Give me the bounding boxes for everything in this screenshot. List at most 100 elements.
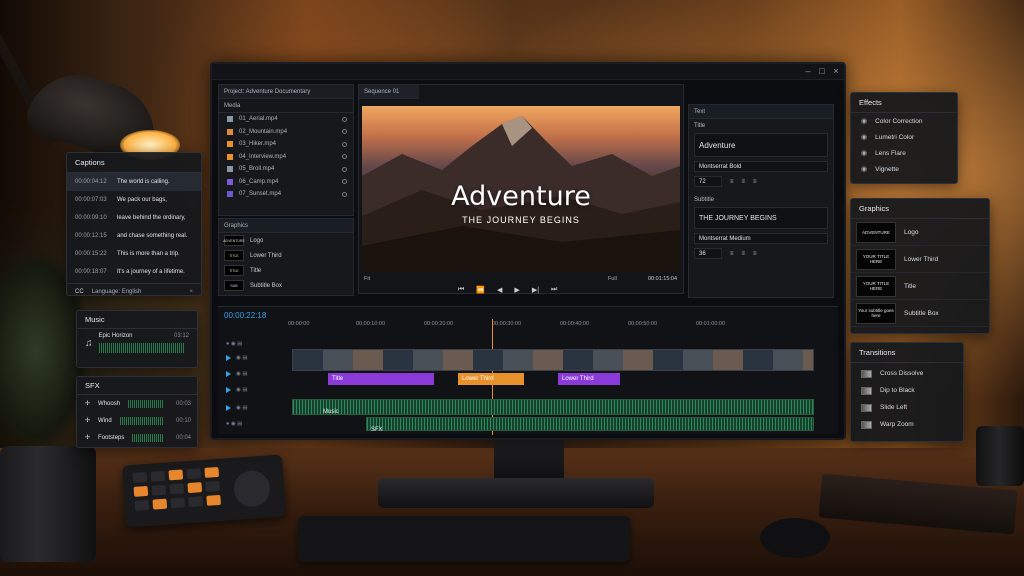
frame-back-icon[interactable]: ◀ bbox=[497, 286, 502, 294]
visibility-icon[interactable] bbox=[342, 191, 347, 197]
media-item[interactable]: 03_Hiker.mp4 bbox=[219, 138, 353, 151]
sub-align-right-icon[interactable]: ≡ bbox=[753, 251, 757, 257]
video-preview[interactable]: Adventure THE JOURNEY BEGINS bbox=[362, 106, 680, 272]
graphics-item[interactable]: ADVENTURE Logo bbox=[851, 219, 989, 246]
graphics-mini-item[interactable]: SUB Subtitle Box bbox=[219, 278, 353, 293]
effect-item[interactable]: ◉ Lumetri Color bbox=[851, 129, 957, 145]
graphics-item[interactable]: Your subtitle goes here Subtitle Box bbox=[851, 300, 989, 327]
media-item[interactable]: 07_Sunset.mp4 bbox=[219, 188, 353, 201]
effect-item[interactable]: ◉ Vignette bbox=[851, 161, 957, 177]
clip-color-swatch bbox=[227, 141, 233, 148]
transition-item[interactable]: Slide Left bbox=[851, 399, 963, 416]
cc-icon[interactable]: CC bbox=[75, 289, 84, 295]
track-control-v2[interactable]: ◉ ▤ bbox=[220, 351, 290, 365]
minimize-icon[interactable]: – bbox=[802, 66, 814, 78]
music-track[interactable]: Music bbox=[292, 399, 814, 415]
transition-item[interactable]: Cross Dissolve bbox=[851, 365, 963, 382]
caption-row[interactable]: 00:00:15:22 This is more than a trip. bbox=[67, 245, 201, 263]
subtitle-font-select[interactable]: Montserrat Medium bbox=[694, 233, 828, 244]
frame-forward-icon[interactable]: ▶| bbox=[532, 286, 539, 294]
sfx-item[interactable]: ✢ Whoosh 00:03 bbox=[77, 395, 197, 412]
eye-icon[interactable]: ◉ bbox=[861, 133, 867, 141]
transition-item[interactable]: Dip to Black bbox=[851, 382, 963, 399]
eye-icon[interactable]: ◉ bbox=[861, 117, 867, 125]
effect-item[interactable]: ◉ Lens Flare bbox=[851, 145, 957, 161]
caption-row[interactable]: 00:00:04:12 The world is calling. bbox=[67, 173, 201, 191]
fit-label[interactable]: Fit bbox=[364, 276, 370, 282]
video-track[interactable] bbox=[292, 349, 814, 371]
track-control-a3[interactable]: ● ◉ ▤ bbox=[220, 417, 290, 431]
caption-language[interactable]: Language: English bbox=[92, 289, 142, 295]
step-back-icon[interactable]: ⏪ bbox=[476, 286, 485, 294]
graphics-item[interactable]: YOUR TITLE HERE Lower Third bbox=[851, 246, 989, 273]
music-track-name[interactable]: Epic Horizon bbox=[99, 333, 133, 339]
transition-thumbnail bbox=[861, 369, 872, 378]
visibility-icon[interactable] bbox=[342, 154, 347, 160]
media-item[interactable]: 01_Aerial.mp4 bbox=[219, 113, 353, 126]
visibility-icon[interactable] bbox=[342, 141, 347, 147]
title-size-field[interactable]: 72 bbox=[694, 176, 722, 187]
graphics-mini-item[interactable]: TITLE Title bbox=[219, 263, 353, 278]
title-text-field[interactable]: Adventure bbox=[694, 133, 828, 157]
transition-item[interactable]: Warp Zoom bbox=[851, 416, 963, 433]
ruler-tick-label: 00:00:40:00 bbox=[560, 321, 590, 327]
eye-icon[interactable]: ◉ bbox=[861, 165, 867, 173]
graphics-mini-item[interactable]: ADVENTURE Logo bbox=[219, 233, 353, 248]
sfx-item[interactable]: ✢ Footsteps 00:04 bbox=[77, 429, 197, 446]
align-left-icon[interactable]: ≡ bbox=[730, 179, 734, 185]
align-right-icon[interactable]: ≡ bbox=[753, 179, 757, 185]
subtitle-text-field[interactable]: THE JOURNEY BEGINS bbox=[694, 207, 828, 229]
coffee-mug bbox=[0, 446, 96, 562]
visibility-icon[interactable] bbox=[342, 116, 347, 122]
caption-row[interactable]: 00:00:18:07 It's a journey of a lifetime. bbox=[67, 263, 201, 281]
align-center-icon[interactable]: ≡ bbox=[742, 179, 746, 185]
subtitle-size-field[interactable]: 36 bbox=[694, 248, 722, 259]
sequence-tab[interactable]: Sequence 01 bbox=[359, 85, 419, 99]
media-item[interactable]: 05_Broll.mp4 bbox=[219, 163, 353, 176]
media-item[interactable]: 06_Camp.mp4 bbox=[219, 176, 353, 189]
go-start-icon[interactable]: ⏮ bbox=[458, 286, 464, 294]
graphic-thumbnail: ADVENTURE bbox=[223, 235, 245, 246]
track-control-a2[interactable]: ◉ ▤ bbox=[220, 401, 290, 415]
effect-name: Lens Flare bbox=[875, 149, 906, 157]
clip-color-swatch bbox=[227, 178, 233, 185]
clip-title[interactable]: Title bbox=[328, 373, 434, 385]
close-icon[interactable]: × bbox=[830, 66, 842, 78]
track-control-v3[interactable]: ● ◉ ▤ bbox=[220, 337, 290, 351]
clip-lower-third-2[interactable]: Lower Third bbox=[558, 373, 620, 385]
caption-row[interactable]: 00:00:09:10 leave behind the ordinary, bbox=[67, 209, 201, 227]
graphics-mini-item[interactable]: TITLE Lower Third bbox=[219, 248, 353, 263]
media-item[interactable]: 02_Mountain.mp4 bbox=[219, 126, 353, 139]
sfx-item[interactable]: ✢ Wind 00:10 bbox=[77, 412, 197, 429]
timeline-panel: 00:00:22:18 00:00:00 00:00:10:00 00:00:20:… bbox=[218, 306, 838, 435]
caption-close-icon[interactable]: × bbox=[189, 289, 193, 295]
sfx-track[interactable]: SFX bbox=[366, 417, 814, 433]
maximize-icon[interactable]: □ bbox=[816, 66, 828, 78]
visibility-icon[interactable] bbox=[342, 179, 347, 185]
track-control-v1[interactable]: ◉ ▤ bbox=[220, 367, 290, 381]
project-tab[interactable]: Project: Adventure Documentary bbox=[219, 85, 353, 99]
time-ruler[interactable]: 00:00:00 00:00:10:00 00:00:20:00 00:00:30:0… bbox=[288, 321, 828, 331]
visibility-icon[interactable] bbox=[342, 129, 347, 135]
eye-icon[interactable]: ◉ bbox=[861, 149, 867, 157]
graphic-label: Logo bbox=[250, 237, 264, 244]
go-end-icon[interactable]: ⏭ bbox=[551, 286, 557, 294]
caption-row[interactable]: 00:00:12:15 and chase something real. bbox=[67, 227, 201, 245]
visibility-icon[interactable] bbox=[342, 166, 347, 172]
media-item[interactable]: 04_Interview.mp4 bbox=[219, 151, 353, 164]
effect-item[interactable]: ◉ Color Correction bbox=[851, 113, 957, 129]
track-control-a1[interactable]: ◉ ▤ bbox=[220, 383, 290, 397]
graphics-mini-list: ADVENTURE Logo TITLE Lower Third TITLE Title S… bbox=[219, 233, 353, 293]
graphics-item[interactable]: YOUR TITLE HERE Title bbox=[851, 273, 989, 300]
play-icon[interactable]: ▶ bbox=[514, 286, 519, 294]
ruler-tick-label: 00:00:20:00 bbox=[424, 321, 454, 327]
sfx-list: ✢ Whoosh 00:03 ✢ Wind 00:10 ✢ Footsteps 00:04 bbox=[77, 395, 197, 446]
sub-align-left-icon[interactable]: ≡ bbox=[730, 251, 734, 257]
sub-align-center-icon[interactable]: ≡ bbox=[742, 251, 746, 257]
graphic-label: Lower Third bbox=[904, 255, 939, 263]
fit-dropdown[interactable]: Full bbox=[608, 276, 617, 282]
transition-thumbnail bbox=[861, 403, 872, 412]
title-font-select[interactable]: Montserrat Bold bbox=[694, 161, 828, 172]
clip-lower-third[interactable]: Lower Third bbox=[458, 373, 524, 385]
caption-row[interactable]: 00:00:07:03 We pack our bags, bbox=[67, 191, 201, 209]
